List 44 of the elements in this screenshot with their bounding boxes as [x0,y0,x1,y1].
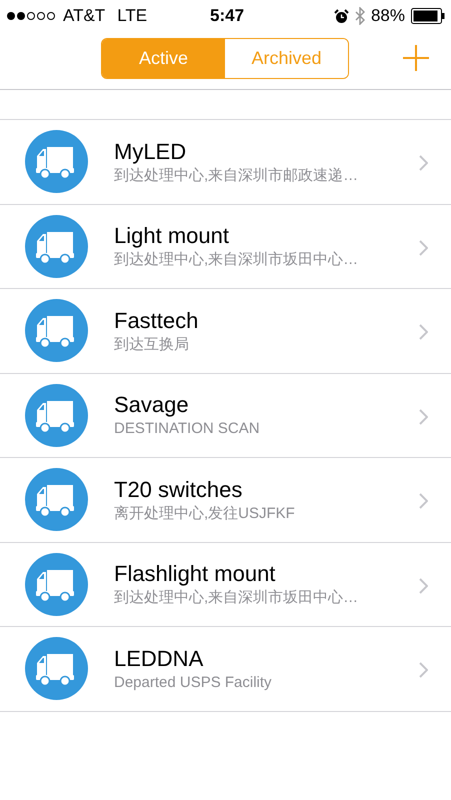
truck-icon [25,214,88,278]
shipment-status: Departed USPS Facility [114,672,272,693]
truck-icon [25,468,88,532]
chevron-icon [419,155,428,171]
shipment-row[interactable]: T20 switches 离开处理中心,发往USJFKF [0,458,451,542]
battery-percentage: 88% [370,5,405,28]
alarm-icon [334,8,349,24]
clock-time: 5:47 [210,5,244,28]
truck-icon [25,299,88,362]
shipment-status: 到达处理中心,来自深圳市坂田中心… [114,250,358,270]
truck-icon [25,384,88,447]
bluetooth-icon [354,7,365,25]
shipment-row[interactable]: Savage DESTINATION SCAN [0,374,451,458]
signal-icon [6,11,58,21]
chevron-icon [419,324,428,340]
network-type: LTE [117,5,148,28]
chevron-icon [419,578,428,594]
shipment-row[interactable]: Fasttech 到达互换局 [0,289,451,374]
chevron-icon [419,662,428,678]
truck-icon [25,552,88,616]
shipment-status: 离开处理中心,发往USJFKF [114,504,295,524]
shipment-title: LEDDNA [114,644,204,673]
shipment-row[interactable]: MyLED 到达处理中心,来自深圳市邮政速递… [0,120,451,204]
shipment-status: DESTINATION SCAN [114,419,260,440]
shipment-title: T20 switches [114,476,244,504]
shipment-status: 到达处理中心,来自深圳市坂田中心… [114,588,358,608]
chevron-icon [419,240,428,256]
battery-icon [411,8,445,24]
shipment-title: Flashlight mount [114,560,276,588]
shipment-title: Fasttech [114,306,198,335]
chevron-icon [419,493,428,509]
add-icon[interactable] [403,45,429,71]
shipment-status: 到达互换局 [114,334,190,355]
shipment-title: MyLED [114,138,188,166]
shipment-row[interactable]: Flashlight mount 到达处理中心,来自深圳市坂田中心… [0,542,451,627]
carrier-name: AT&T [63,5,106,28]
shipment-status: 到达处理中心,来自深圳市邮政速递… [114,166,358,186]
truck-icon [25,637,88,700]
shipment-row[interactable]: LEDDNA Departed USPS Facility [0,627,451,712]
shipment-title: Savage [114,391,190,420]
shipment-row[interactable]: Light mount 到达处理中心,来自深圳市坂田中心… [0,204,451,289]
truck-icon [25,130,88,194]
chevron-icon [419,408,428,424]
shipment-title: Light mount [114,222,230,250]
